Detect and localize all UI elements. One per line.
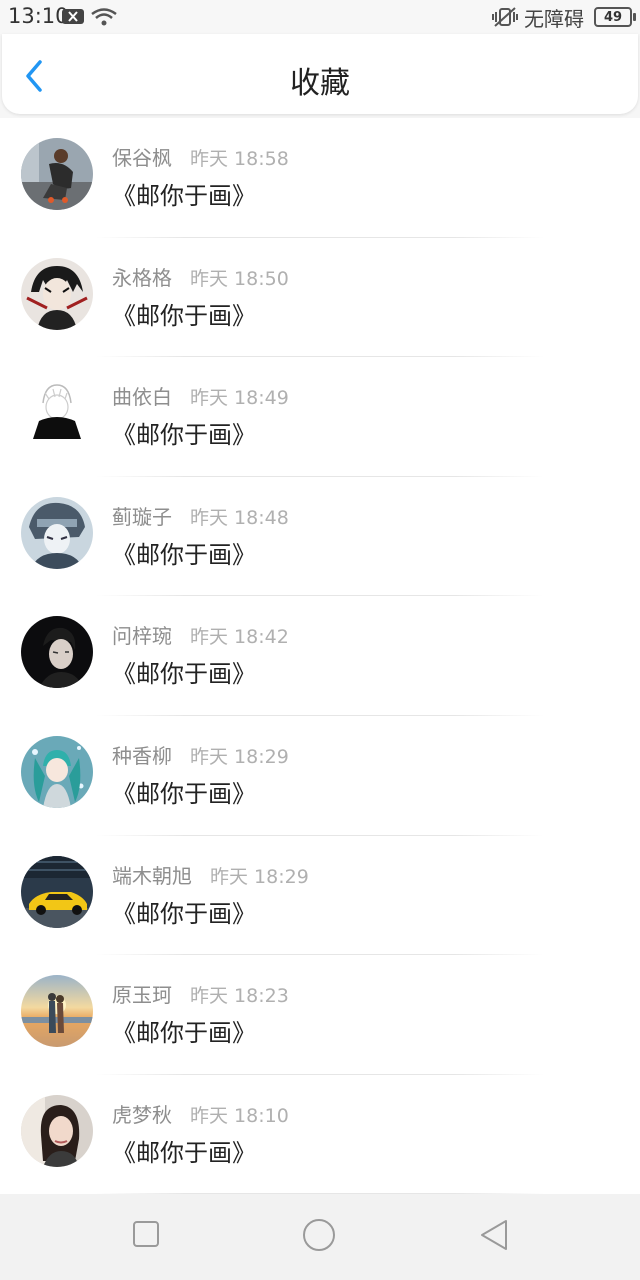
list-item[interactable]: 端木朝旭 昨天 18:29 《邮你于画》 bbox=[0, 836, 640, 956]
navigation-bar bbox=[0, 1194, 640, 1280]
avatar[interactable] bbox=[21, 855, 93, 928]
avatar[interactable] bbox=[21, 257, 93, 330]
avatar[interactable] bbox=[21, 616, 93, 689]
list-item[interactable]: 永格格 昨天 18:50 《邮你于画》 bbox=[0, 238, 640, 358]
author-name: 永格格 bbox=[112, 265, 172, 290]
item-title: 《邮你于画》 bbox=[112, 421, 256, 450]
timestamp: 昨天 18:42 bbox=[190, 626, 289, 649]
item-title: 《邮你于画》 bbox=[112, 1138, 256, 1167]
item-title: 《邮你于画》 bbox=[112, 1019, 256, 1048]
status-right: 无障碍 49 bbox=[492, 4, 636, 31]
avatar[interactable] bbox=[21, 496, 93, 569]
timestamp: 昨天 18:10 bbox=[190, 1104, 289, 1127]
author-name: 曲依白 bbox=[112, 385, 172, 410]
avatar[interactable] bbox=[21, 377, 93, 450]
author-name: 虎梦秋 bbox=[112, 1102, 172, 1127]
timestamp: 昨天 18:48 bbox=[190, 506, 289, 529]
list-item[interactable]: 虎梦秋 昨天 18:10 《邮你于画》 bbox=[0, 1075, 640, 1194]
author-name: 蓟璇子 bbox=[112, 504, 172, 529]
timestamp: 昨天 18:58 bbox=[190, 148, 289, 170]
avatar[interactable] bbox=[21, 975, 93, 1048]
item-meta: 虎梦秋 昨天 18:10 bbox=[112, 1099, 289, 1128]
timestamp: 昨天 18:49 bbox=[190, 387, 289, 410]
accessibility-label: 无障碍 bbox=[524, 6, 584, 31]
favorites-list: 保谷枫昨天 18:58 《邮你于画》 永格格昨天 18:50 《邮你于画》 bbox=[0, 118, 640, 1194]
item-meta: 保谷枫 昨天 18:58 bbox=[112, 142, 289, 171]
list-item[interactable]: 问梓琬 昨天 18:42 《邮你于画》 bbox=[0, 596, 640, 716]
list-item[interactable]: 曲依白 昨天 18:49 《邮你于画》 bbox=[0, 357, 640, 477]
circle-icon bbox=[303, 1219, 335, 1251]
item-meta: 曲依白 昨天 18:49 bbox=[112, 381, 289, 410]
item-title: 《邮你于画》 bbox=[112, 660, 256, 689]
screen: 13:10 无障碍 49 收藏 保谷枫 昨天 18:58 《邮你于画》 永格格 … bbox=[0, 0, 640, 1280]
avatar[interactable] bbox=[21, 138, 93, 210]
timestamp: 昨天 18:29 bbox=[210, 865, 309, 888]
header: 收藏 bbox=[2, 34, 638, 114]
list-item[interactable]: 种香柳 昨天 18:29 《邮你于画》 bbox=[0, 716, 640, 836]
author-name: 端木朝旭 bbox=[112, 863, 192, 888]
item-meta: 原玉珂 昨天 18:23 bbox=[112, 979, 289, 1008]
item-title: 《邮你于画》 bbox=[112, 899, 256, 928]
item-title: 《邮你于画》 bbox=[112, 779, 256, 808]
avatar[interactable] bbox=[21, 735, 93, 808]
vibrate-icon bbox=[492, 7, 518, 27]
item-meta: 蓟璇子 昨天 18:48 bbox=[112, 501, 289, 530]
timestamp: 昨天 18:50 bbox=[190, 267, 289, 290]
home-button[interactable] bbox=[302, 1218, 336, 1256]
page-title: 收藏 bbox=[290, 66, 350, 101]
triangle-back-icon bbox=[481, 1220, 507, 1250]
recent-apps-button[interactable] bbox=[132, 1220, 160, 1252]
timestamp: 昨天 18:23 bbox=[190, 985, 289, 1008]
notification-icons bbox=[62, 8, 117, 26]
back-nav-button[interactable] bbox=[478, 1218, 510, 1256]
author-name: 原玉珂 bbox=[112, 983, 172, 1008]
author-name: 保谷枫 bbox=[112, 146, 172, 170]
item-meta: 端木朝旭 昨天 18:29 bbox=[112, 860, 309, 889]
list-item[interactable]: 原玉珂 昨天 18:23 《邮你于画》 bbox=[0, 955, 640, 1075]
battery-level: 49 bbox=[603, 9, 623, 25]
list-item[interactable]: 保谷枫 昨天 18:58 《邮你于画》 bbox=[0, 118, 640, 238]
avatar[interactable] bbox=[21, 1094, 93, 1167]
item-title: 《邮你于画》 bbox=[112, 301, 256, 330]
item-meta: 永格格 昨天 18:50 bbox=[112, 262, 289, 291]
item-meta: 问梓琬 昨天 18:42 bbox=[112, 620, 289, 649]
author-name: 种香柳 bbox=[112, 743, 172, 768]
battery-icon: 49 bbox=[594, 7, 636, 27]
item-title: 《邮你于画》 bbox=[112, 182, 256, 210]
author-name: 问梓琬 bbox=[112, 624, 172, 649]
item-title: 《邮你于画》 bbox=[112, 540, 256, 569]
square-icon bbox=[133, 1221, 159, 1247]
status-time: 13:10 bbox=[8, 4, 69, 28]
status-left-icons bbox=[62, 6, 118, 28]
status-bar: 13:10 无障碍 49 bbox=[0, 0, 640, 34]
timestamp: 昨天 18:29 bbox=[190, 745, 289, 768]
list-item[interactable]: 蓟璇子 昨天 18:48 《邮你于画》 bbox=[0, 477, 640, 597]
item-meta: 种香柳 昨天 18:29 bbox=[112, 740, 289, 769]
